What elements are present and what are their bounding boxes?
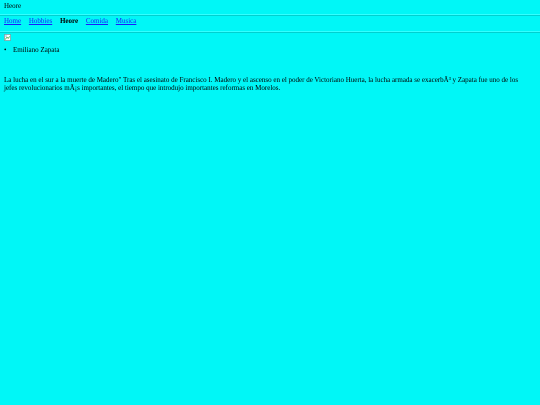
nav-link-comida[interactable]: Comida: [86, 17, 108, 25]
broken-image-icon: [4, 34, 11, 41]
nav-link-musica[interactable]: Musica: [116, 17, 137, 25]
body-paragraph: La lucha en el sur a la muerte de Madero…: [4, 76, 519, 92]
nav-link-hobbies[interactable]: Hobbies: [29, 17, 52, 25]
list-item: Emiliano Zapata: [4, 46, 59, 55]
site-title: Heore: [4, 2, 22, 10]
content-list: Emiliano Zapata: [4, 46, 59, 55]
header-divider: [0, 14, 540, 16]
nav-link-home[interactable]: Home: [4, 17, 21, 25]
page: Heore Home Hobbies Heore Comida Musica E…: [0, 0, 540, 405]
nav-divider: [0, 31, 540, 33]
nav-bar: Home Hobbies Heore Comida Musica: [4, 17, 142, 26]
nav-current-heore: Heore: [59, 17, 79, 25]
